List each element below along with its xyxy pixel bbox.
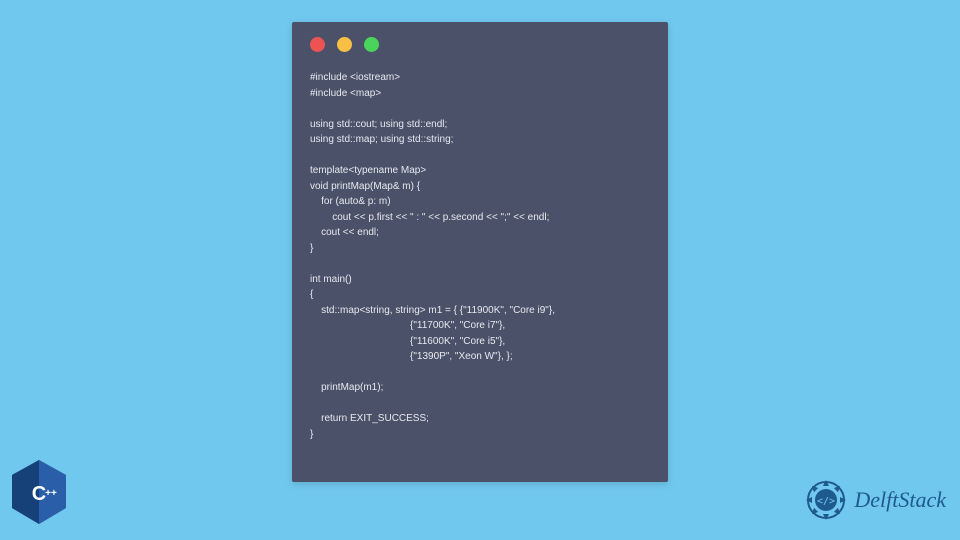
- cpp-logo-icon: C ++: [8, 458, 70, 528]
- minimize-dot-icon: [337, 37, 352, 52]
- cpp-logo-text: C: [32, 483, 46, 505]
- code-content: #include <iostream> #include <map> using…: [292, 62, 668, 450]
- svg-text:</>: </>: [817, 496, 835, 507]
- window-controls: [292, 22, 668, 62]
- delftstack-label: DelftStack: [854, 487, 946, 513]
- code-window: #include <iostream> #include <map> using…: [292, 22, 668, 482]
- maximize-dot-icon: [364, 37, 379, 52]
- delftstack-gear-icon: </>: [804, 478, 848, 522]
- delftstack-logo: </> DelftStack: [804, 478, 946, 522]
- svg-text:++: ++: [45, 488, 57, 499]
- close-dot-icon: [310, 37, 325, 52]
